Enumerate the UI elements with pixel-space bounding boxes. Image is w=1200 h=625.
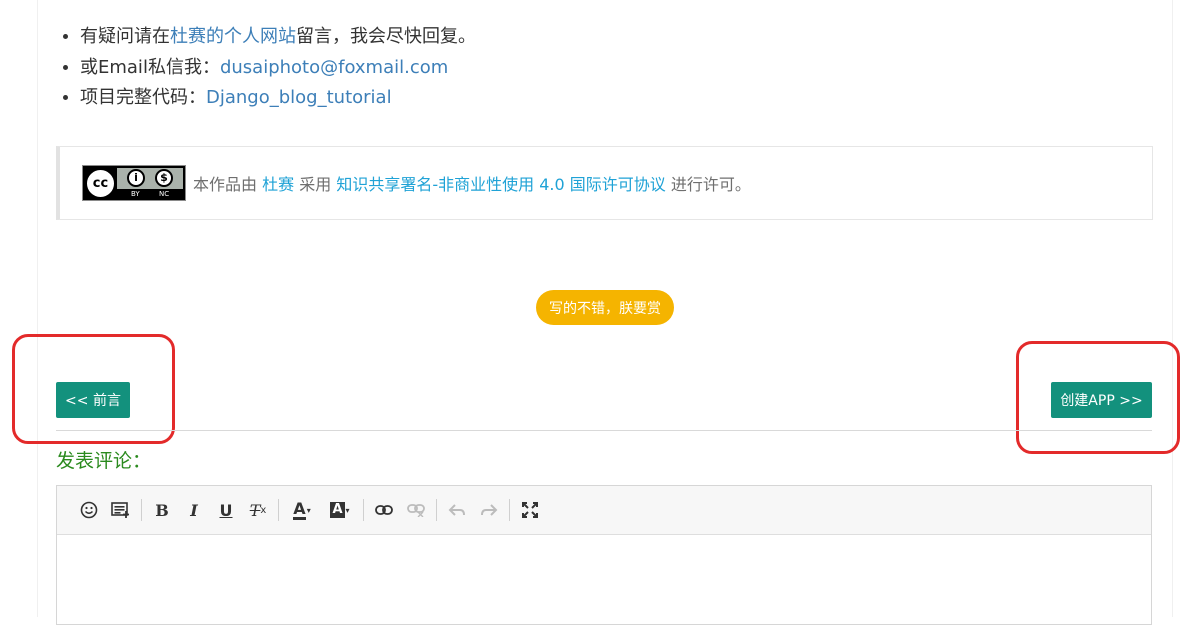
toolbar-separator [509,499,510,521]
divider [56,430,1152,431]
background-color-icon[interactable]: A ▾ [325,498,355,522]
list-item-text: 或Email私信我： [80,56,220,78]
toolbar-separator [363,499,364,521]
underline-icon[interactable]: U [214,498,238,522]
email-link[interactable]: dusaiphoto@foxmail.com [220,57,448,78]
undo-icon[interactable] [445,498,469,522]
license-text: 本作品由 杜赛 采用 知识共享署名-非商业性使用 4.0 国际许可协议 进行许可… [193,171,751,195]
cc-logo-icon: cc [85,168,116,199]
license-text-part: 进行许可。 [670,175,751,194]
toolbar-separator [278,499,279,521]
toolbar-separator [436,499,437,521]
list-item-text: 有疑问请在 [80,26,170,47]
bold-icon[interactable]: B [150,498,174,522]
list-item: 或Email私信我：dusaiphoto@foxmail.com [80,53,476,84]
repo-link[interactable]: Django_blog_tutorial [206,87,392,108]
license-box: cc i $ BY NC 本作品由 杜赛 采用 知识共享署名-非商业性使用 4.… [56,146,1153,220]
list-item: 项目完整代码：Django_blog_tutorial [80,83,476,114]
smiley-icon[interactable] [77,498,101,522]
editor-toolbar: B I U Tx A ▾ A ▾ [57,486,1151,535]
unlink-icon[interactable] [404,498,428,522]
license-link[interactable]: 知识共享署名-非商业性使用 4.0 国际许可协议 [336,175,665,194]
list-item-text: 留言，我会尽快回复。 [296,26,476,47]
clear-format-icon[interactable]: Tx [246,498,270,522]
toolbar-separator [141,499,142,521]
personal-site-link[interactable]: 杜赛的个人网站 [170,26,296,47]
license-text-part: 采用 [299,175,332,194]
image-upload-icon[interactable] [109,498,133,522]
list-item: 有疑问请在杜赛的个人网站留言，我会尽快回复。 [80,22,476,53]
comment-editor: B I U Tx A ▾ A ▾ [56,485,1152,625]
by-attribution-icon: i [127,169,145,187]
prev-article-button[interactable]: << 前言 [56,382,130,418]
badge-nc-label: NC [159,190,170,198]
link-icon[interactable] [372,498,396,522]
maximize-icon[interactable] [518,498,542,522]
nc-noncommercial-icon: $ [155,169,173,187]
cc-license-badge-icon[interactable]: cc i $ BY NC [82,165,186,201]
list-item-text: 项目完整代码： [80,87,206,108]
reward-button[interactable]: 写的不错，朕要赏 [536,290,674,325]
license-text-part: 本作品由 [193,175,258,194]
badge-by-label: BY [131,190,140,198]
next-article-button[interactable]: 创建APP >> [1051,382,1152,418]
author-link[interactable]: 杜赛 [262,175,294,194]
comment-section-title: 发表评论： [56,450,152,472]
comment-textarea[interactable] [57,535,1151,625]
redo-icon[interactable] [477,498,501,522]
font-color-icon[interactable]: A ▾ [287,498,317,522]
italic-icon[interactable]: I [182,498,206,522]
info-list: 有疑问请在杜赛的个人网站留言，我会尽快回复。 或Email私信我：dusaiph… [60,22,476,114]
